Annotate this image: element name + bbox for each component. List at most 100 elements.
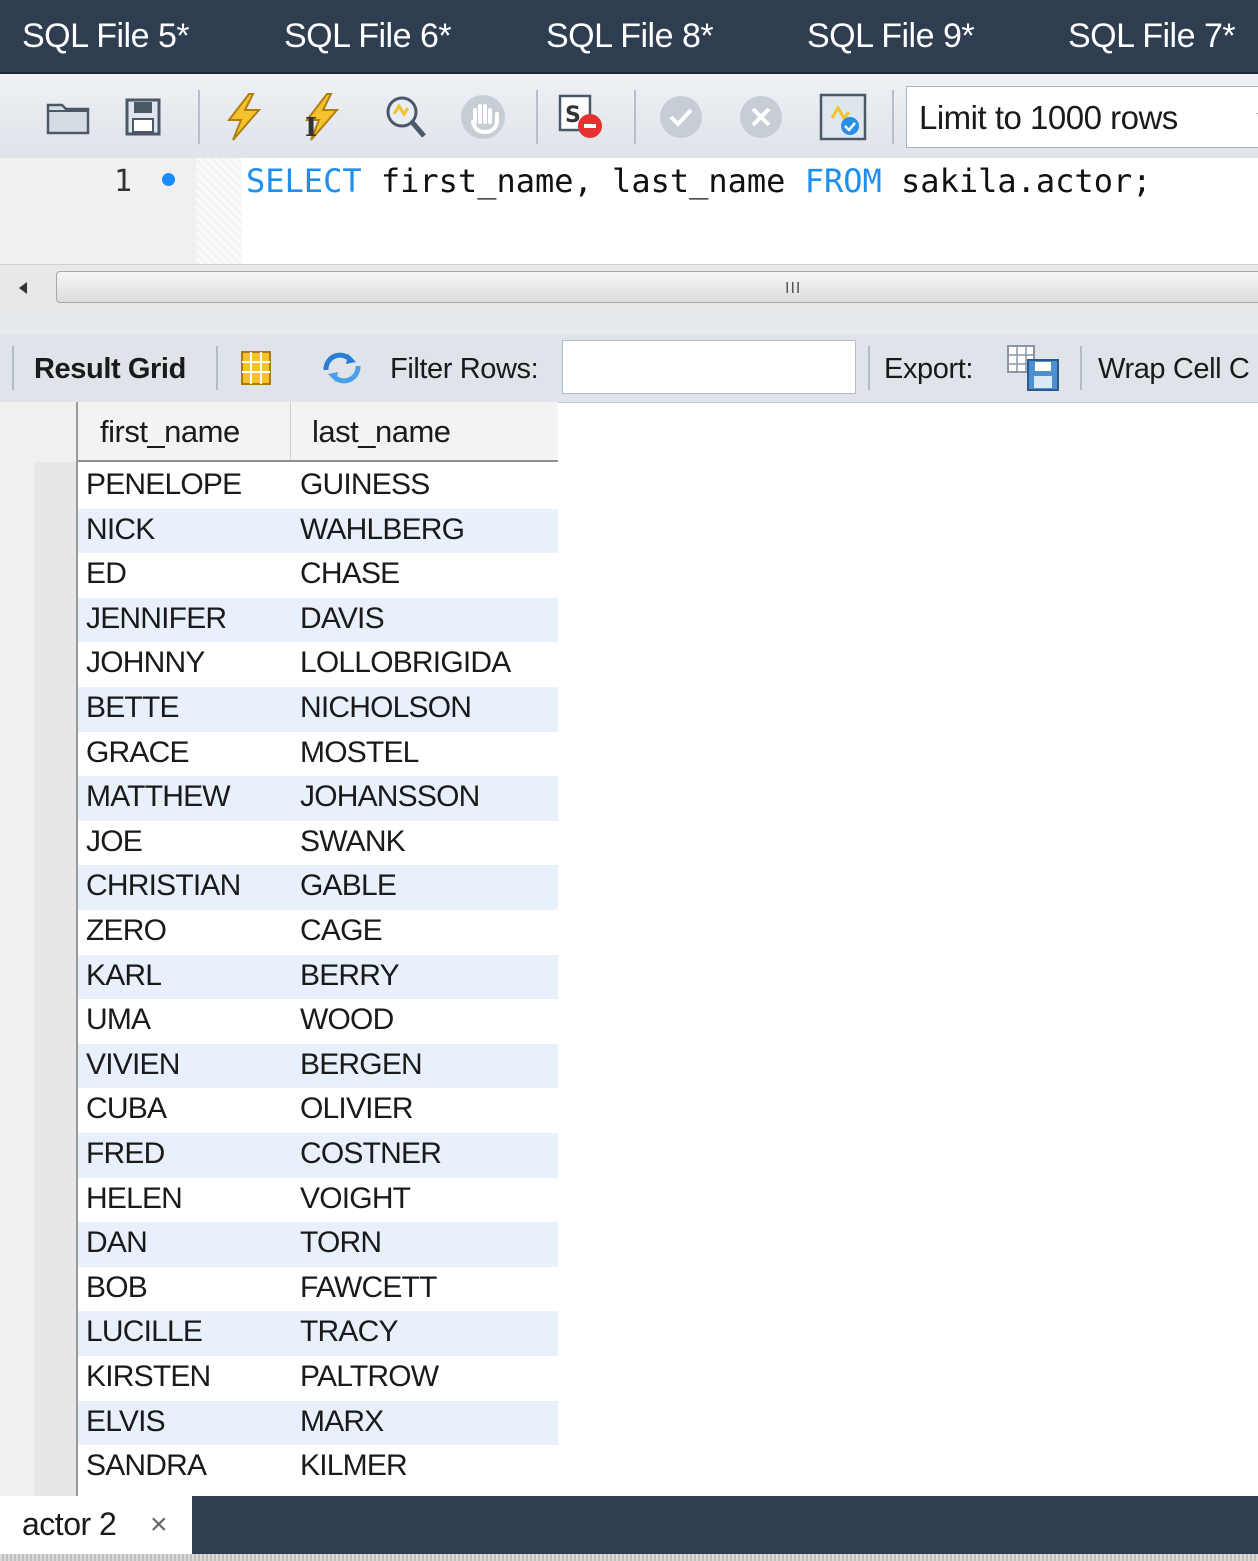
cell-first-name[interactable]: JOE [86,825,143,859]
table-row[interactable]: KARL BERRY [78,954,558,1000]
cell-last-name[interactable]: BERGEN [300,1048,423,1082]
toggle-continue-on-error-icon[interactable]: S [556,92,606,142]
refresh-icon[interactable] [318,348,366,388]
cell-last-name[interactable]: FAWCETT [300,1271,437,1305]
cell-first-name[interactable]: JOHNNY [86,646,205,680]
tab-sql-file-8[interactable]: SQL File 8* [546,14,714,58]
cell-last-name[interactable]: NICHOLSON [300,691,472,725]
table-row[interactable]: SANDRA KILMER [78,1445,558,1490]
table-row[interactable]: JOE SWANK [78,821,558,866]
table-row[interactable]: BETTE NICHOLSON [78,687,558,732]
cell-last-name[interactable]: WAHLBERG [300,513,465,547]
cell-first-name[interactable]: ED [86,557,127,591]
cell-last-name[interactable]: JOHANSSON [300,780,480,814]
table-row[interactable]: JENNIFER DAVIS [78,597,558,643]
column-divider[interactable] [290,402,291,460]
table-row[interactable]: VIVIEN BERGEN [78,1043,558,1089]
explain-icon[interactable] [380,92,430,142]
table-row[interactable]: ED CHASE [78,553,558,598]
cell-last-name[interactable]: KILMER [300,1449,408,1483]
execute-current-icon[interactable]: I [296,92,346,142]
cell-last-name[interactable]: CHASE [300,557,400,591]
cell-first-name[interactable]: ELVIS [86,1405,166,1439]
tab-sql-file-7[interactable]: SQL File 7* [1068,14,1236,58]
cell-first-name[interactable]: BETTE [86,691,179,725]
cell-last-name[interactable]: MARX [300,1405,384,1439]
sql-statement[interactable]: SELECT first_name, last_name FROM sakila… [246,162,1151,200]
cell-last-name[interactable]: COSTNER [300,1137,442,1171]
autocommit-icon[interactable] [818,92,868,142]
cell-last-name[interactable]: VOIGHT [300,1182,411,1216]
cell-first-name[interactable]: LUCILLE [86,1315,203,1349]
table-row[interactable]: ZERO CAGE [78,910,558,955]
table-row[interactable]: JOHNNY LOLLOBRIGIDA [78,642,558,687]
cell-last-name[interactable]: GUINESS [300,468,430,502]
cell-first-name[interactable]: ZERO [86,914,167,948]
result-grid[interactable]: first_name last_name PENELOPE GUINESS NICK… [0,402,560,1496]
cell-last-name[interactable]: BERRY [300,959,400,993]
cell-first-name[interactable]: BOB [86,1271,148,1305]
table-row[interactable]: HELEN VOIGHT [78,1178,558,1223]
table-row[interactable]: MATTHEW JOHANSSON [78,776,558,821]
cell-first-name[interactable]: UMA [86,1003,151,1037]
cell-first-name[interactable]: VIVIEN [86,1048,180,1082]
cell-first-name[interactable]: PENELOPE [86,468,242,502]
cell-first-name[interactable]: HELEN [86,1182,183,1216]
cell-last-name[interactable]: MOSTEL [300,736,419,770]
cell-first-name[interactable]: SANDRA [86,1449,207,1483]
cell-last-name[interactable]: TORN [300,1226,382,1260]
grid-layout-icon[interactable] [236,348,276,388]
filter-rows-input[interactable] [562,340,856,394]
table-row[interactable]: BOB FAWCETT [78,1267,558,1312]
table-row[interactable]: NICK WAHLBERG [78,508,558,554]
cell-last-name[interactable]: OLIVIER [300,1092,414,1126]
cell-first-name[interactable]: GRACE [86,736,189,770]
row-selector-strip[interactable] [34,462,76,1496]
scrollbar-thumb[interactable]: III [56,271,1258,303]
cell-first-name[interactable]: KARL [86,959,162,993]
table-row[interactable]: FRED COSTNER [78,1133,558,1178]
table-row[interactable]: UMA WOOD [78,999,558,1044]
open-folder-icon[interactable] [44,92,94,142]
cell-last-name[interactable]: PALTROW [300,1360,439,1394]
cell-first-name[interactable]: KIRSTEN [86,1360,211,1394]
cell-last-name[interactable]: GABLE [300,869,397,903]
tab-sql-file-6[interactable]: SQL File 6* [284,14,452,58]
scroll-left-icon[interactable] [10,275,36,301]
cell-first-name[interactable]: CUBA [86,1092,167,1126]
editor-horizontal-scrollbar[interactable]: III [0,264,1258,312]
column-header-last-name[interactable]: last_name [312,414,451,450]
commit-icon[interactable] [656,92,706,142]
cell-last-name[interactable]: TRACY [300,1315,398,1349]
table-row[interactable]: PENELOPE GUINESS [78,464,558,509]
table-row[interactable]: CHRISTIAN GABLE [78,865,558,910]
execute-icon[interactable] [218,92,268,142]
column-header-first-name[interactable]: first_name [100,414,240,450]
stop-icon[interactable] [458,92,508,142]
cell-last-name[interactable]: LOLLOBRIGIDA [300,646,511,680]
cell-last-name[interactable]: WOOD [300,1003,394,1037]
export-icon[interactable] [1004,342,1062,394]
cell-first-name[interactable]: FRED [86,1137,165,1171]
close-icon[interactable]: × [150,1508,168,1542]
limit-rows-select[interactable]: Limit to 1000 rows [906,86,1258,148]
cell-first-name[interactable]: CHRISTIAN [86,869,241,903]
rollback-icon[interactable] [736,92,786,142]
tab-sql-file-5[interactable]: SQL File 5* [22,14,190,58]
table-row[interactable]: DAN TORN [78,1222,558,1267]
cell-last-name[interactable]: CAGE [300,914,383,948]
table-row[interactable]: LUCILLE TRACY [78,1311,558,1356]
result-grid-label[interactable]: Result Grid [34,352,186,386]
cell-first-name[interactable]: JENNIFER [86,602,227,636]
cell-last-name[interactable]: DAVIS [300,602,385,636]
cell-first-name[interactable]: DAN [86,1226,148,1260]
sql-editor[interactable]: 1 SELECT first_name, last_name FROM saki… [0,158,1258,264]
cell-first-name[interactable]: NICK [86,513,155,547]
table-row[interactable]: KIRSTEN PALTROW [78,1356,558,1401]
result-tab-actor-2[interactable]: actor 2 × [0,1496,192,1554]
tab-sql-file-9[interactable]: SQL File 9* [807,14,975,58]
table-row[interactable]: CUBA OLIVIER [78,1088,558,1133]
table-row[interactable]: GRACE MOSTEL [78,732,558,777]
table-row[interactable]: ELVIS MARX [78,1400,558,1446]
wrap-cell-content-label[interactable]: Wrap Cell C [1098,352,1250,386]
